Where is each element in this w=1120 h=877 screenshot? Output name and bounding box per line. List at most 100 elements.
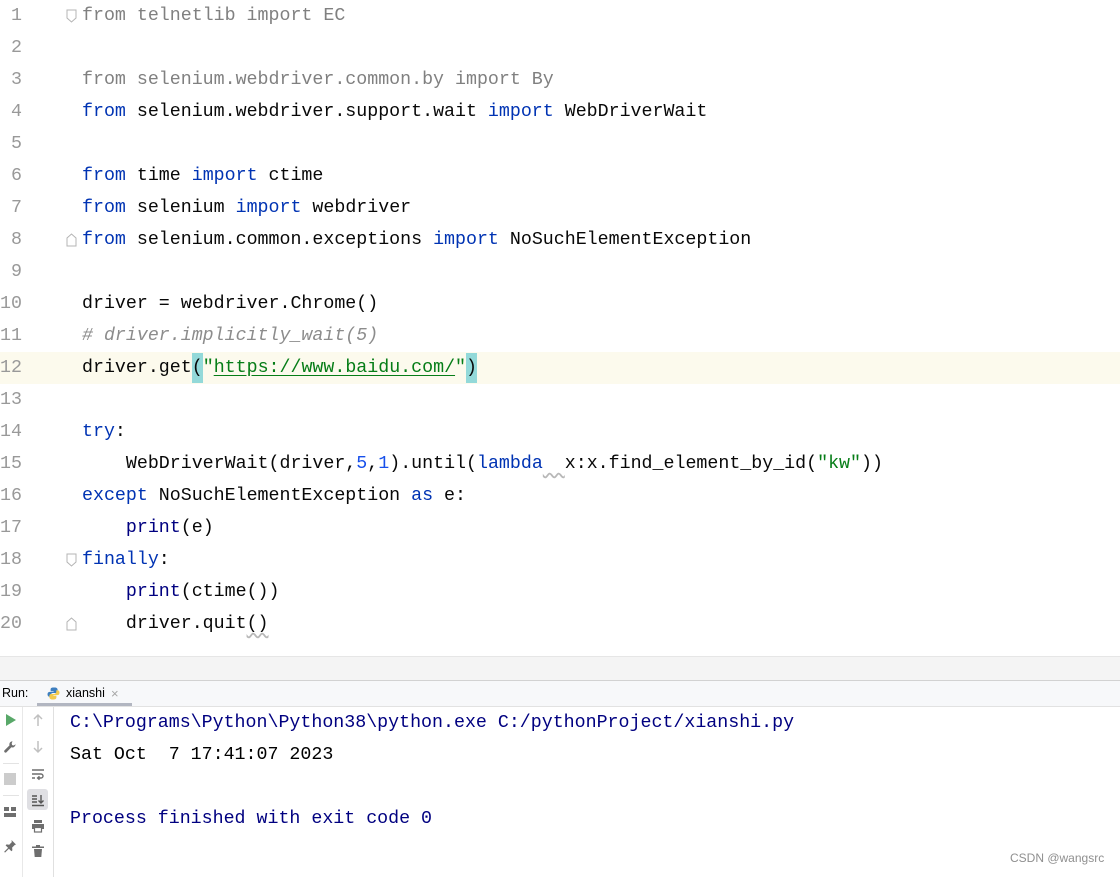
toolbar-separator — [3, 795, 19, 796]
stop-icon[interactable] — [3, 772, 17, 786]
code-token: 5 — [356, 454, 368, 474]
code-token: webdriver — [301, 198, 412, 218]
code-token: , — [367, 454, 379, 474]
code-token: from — [82, 102, 126, 122]
code-line[interactable]: 9 — [0, 256, 1120, 288]
fold-start-icon[interactable] — [66, 9, 77, 23]
console-output[interactable]: C:\Programs\Python\Python38\python.exe C… — [70, 707, 794, 835]
line-number: 9 — [11, 262, 22, 282]
console-line: Process finished with exit code 0 — [70, 809, 433, 829]
code-line[interactable]: 7 from selenium import webdriver — [0, 192, 1120, 224]
code-token: 1 — [378, 454, 390, 474]
code-text[interactable]: except NoSuchElementException as e: — [82, 480, 466, 512]
code-text[interactable]: from selenium import webdriver — [82, 192, 411, 224]
print-icon[interactable] — [31, 819, 45, 833]
code-text[interactable]: # driver.implicitly_wait(5) — [82, 320, 378, 352]
code-line[interactable]: 3 from selenium.webdriver.common.by impor… — [0, 64, 1120, 96]
trash-icon[interactable] — [31, 844, 45, 858]
code-token: from selenium.webdriver.common.by import… — [82, 70, 554, 90]
code-text[interactable]: from selenium.webdriver.support.wait imp… — [82, 96, 707, 128]
code-token: print — [125, 582, 181, 602]
code-token: ( — [191, 353, 203, 383]
code-token: selenium.webdriver.support.wait — [125, 102, 488, 122]
code-token: https://www.baidu.com/ — [213, 358, 456, 378]
fold-end-icon[interactable] — [66, 233, 77, 247]
pin-icon[interactable] — [3, 839, 17, 853]
code-text[interactable]: print(e) — [82, 512, 214, 544]
code-line[interactable]: 6 from time import ctime — [0, 160, 1120, 192]
code-text[interactable]: from telnetlib import EC — [82, 0, 345, 32]
code-token: import — [235, 198, 302, 218]
code-token: driver.quit — [82, 614, 247, 634]
code-token: " — [455, 358, 467, 378]
code-text[interactable]: print(ctime()) — [82, 576, 280, 608]
scroll-to-end-icon[interactable] — [31, 793, 45, 807]
code-token: WebDriverWait — [553, 102, 708, 122]
code-line[interactable]: 1 from telnetlib import EC — [0, 0, 1120, 32]
run-tool-window: C:\Programs\Python\Python38\python.exe C… — [0, 707, 1120, 877]
wrench-icon[interactable] — [3, 740, 17, 754]
line-number: 4 — [11, 102, 22, 122]
code-token: from — [82, 198, 126, 218]
fold-start-icon[interactable] — [66, 553, 77, 567]
code-line[interactable]: 16 except NoSuchElementException as e: — [0, 480, 1120, 512]
code-text[interactable]: driver.get("https://www.baidu.com/") — [82, 352, 478, 384]
code-text[interactable]: driver = webdriver.Chrome() — [82, 288, 378, 320]
code-text[interactable]: from time import ctime — [82, 160, 323, 192]
code-token: )) — [860, 454, 883, 474]
code-text[interactable]: finally: — [82, 544, 170, 576]
line-number: 14 — [0, 422, 22, 442]
up-arrow-icon[interactable] — [31, 713, 45, 727]
code-line[interactable]: 13 — [0, 384, 1120, 416]
line-number: 18 — [0, 550, 22, 570]
code-line[interactable]: 5 — [0, 128, 1120, 160]
line-number: 10 — [0, 294, 22, 314]
code-text[interactable]: try: — [82, 416, 126, 448]
line-number: 12 — [0, 358, 22, 378]
code-token: lambda — [476, 454, 543, 474]
code-line[interactable]: 10 driver = webdriver.Chrome() — [0, 288, 1120, 320]
run-tab[interactable]: xianshi × — [37, 681, 132, 707]
console-line: C:\Programs\Python\Python38\python.exe C… — [70, 713, 795, 733]
line-number: 7 — [11, 198, 22, 218]
code-editor[interactable]: 1 from telnetlib import EC 2 3 from selenium… — [0, 0, 1120, 656]
run-icon[interactable] — [3, 713, 17, 727]
code-line[interactable]: 14 try: — [0, 416, 1120, 448]
run-toolbar-left — [0, 707, 23, 877]
line-number: 5 — [11, 134, 22, 154]
layout-icon[interactable] — [3, 805, 17, 819]
code-token: : — [158, 550, 170, 570]
code-line[interactable]: 18 finally: — [0, 544, 1120, 576]
code-token: NoSuchElementException — [498, 230, 752, 250]
code-token: () — [246, 614, 269, 634]
line-number: 2 — [11, 38, 22, 58]
code-token: x:x.find_element_by_id( — [564, 454, 818, 474]
code-token: finally — [82, 550, 159, 570]
run-label: Run: — [2, 686, 29, 700]
code-text[interactable]: from selenium.common.exceptions import N… — [82, 224, 751, 256]
code-token: ).until( — [389, 454, 477, 474]
down-arrow-icon[interactable] — [31, 740, 45, 754]
code-line[interactable]: 20 driver.quit() — [0, 608, 1120, 640]
editor-bottom-bar — [0, 656, 1120, 680]
code-line[interactable]: 4 from selenium.webdriver.support.wait im… — [0, 96, 1120, 128]
code-line[interactable]: 2 — [0, 32, 1120, 64]
fold-end-icon[interactable] — [66, 617, 77, 631]
code-text[interactable]: from selenium.webdriver.common.by import… — [82, 64, 554, 96]
code-line[interactable]: 15 WebDriverWait(driver,5,1).until(lambd… — [0, 448, 1120, 480]
code-line[interactable]: 8 from selenium.common.exceptions import … — [0, 224, 1120, 256]
code-line[interactable]: 19 print(ctime()) — [0, 576, 1120, 608]
line-number: 20 — [0, 614, 22, 634]
code-token: ) — [466, 353, 478, 383]
code-line[interactable]: 12 driver.get("https://www.baidu.com/") — [0, 352, 1120, 384]
code-line[interactable]: 17 print(e) — [0, 512, 1120, 544]
code-token: # driver.implicitly_wait(5) — [82, 326, 379, 346]
soft-wrap-icon[interactable] — [31, 767, 45, 781]
code-text[interactable]: WebDriverWait(driver,5,1).until(lambda x… — [82, 448, 883, 480]
code-line[interactable]: 11 # driver.implicitly_wait(5) — [0, 320, 1120, 352]
toolbar-separator — [3, 763, 19, 764]
code-token: "kw" — [817, 454, 861, 474]
code-text[interactable]: driver.quit() — [82, 608, 269, 640]
